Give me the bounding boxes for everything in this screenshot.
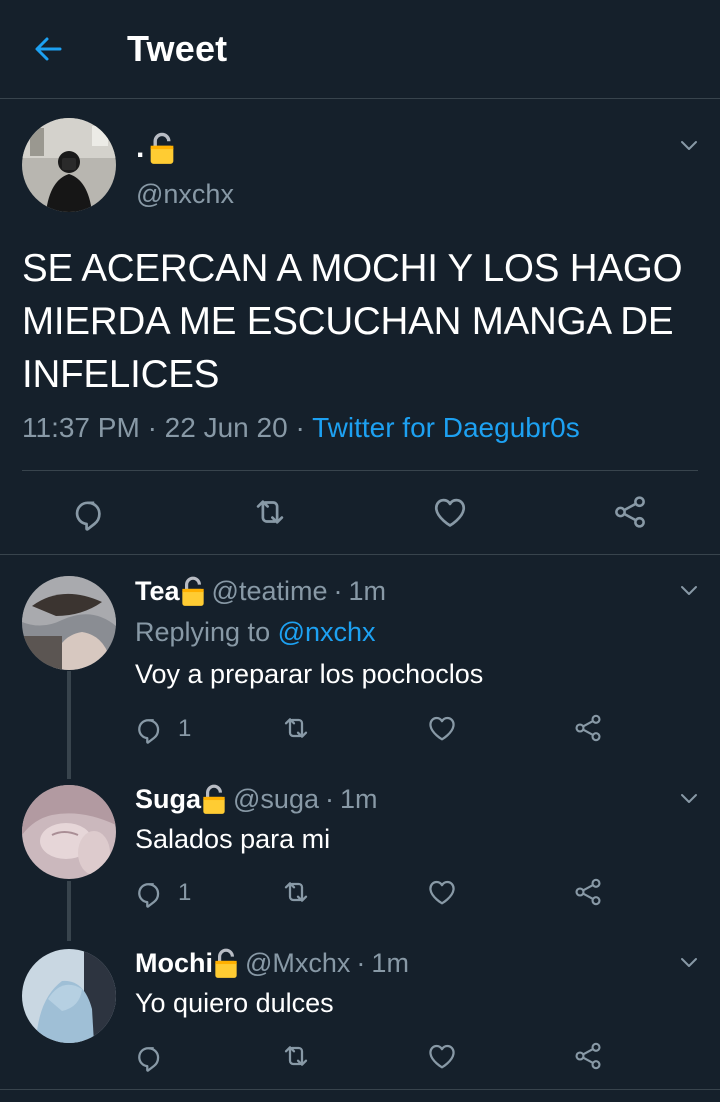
tweet-text: SE ACERCAN A MOCHI Y LOS HAGO MIERDA ME …	[22, 247, 683, 396]
lock-icon	[148, 131, 176, 165]
separator-dot: ·	[356, 947, 366, 978]
retweet-icon[interactable]	[280, 712, 312, 744]
reply-time: 1m	[339, 783, 378, 814]
reply-icon[interactable]	[135, 876, 167, 908]
reply-icon[interactable]	[135, 712, 167, 744]
reply-header: Suga @suga · 1m	[135, 783, 378, 815]
retweet-icon[interactable]	[280, 876, 312, 908]
username[interactable]: @nxchx	[136, 179, 234, 210]
display-name[interactable]: Suga	[135, 784, 201, 815]
display-name[interactable]: Tea	[135, 576, 180, 607]
username[interactable]: @teatime	[212, 576, 328, 607]
separator-dot: ·	[324, 783, 334, 814]
avatar[interactable]	[22, 118, 116, 212]
username[interactable]: @Mxchx	[245, 948, 350, 979]
separator-dot: ·	[147, 412, 157, 443]
separator-dot: ·	[333, 575, 343, 606]
share-icon[interactable]	[572, 712, 604, 744]
chevron-down-icon[interactable]	[677, 133, 701, 157]
lock-icon	[201, 783, 227, 815]
avatar[interactable]	[22, 949, 116, 1043]
avatar[interactable]	[22, 785, 116, 879]
page-title: Tweet	[127, 28, 228, 69]
divider	[0, 1089, 720, 1090]
reply-icon[interactable]	[72, 493, 110, 531]
separator-dot: ·	[295, 412, 305, 443]
chevron-down-icon[interactable]	[677, 786, 701, 810]
reply-header: Mochi @Mxchx · 1m	[135, 947, 409, 979]
lock-icon	[180, 575, 206, 607]
reply-text: Salados para mi	[135, 824, 331, 854]
reply-text: Yo quiero dulces	[135, 988, 334, 1018]
like-icon[interactable]	[431, 493, 469, 531]
share-icon[interactable]	[572, 1040, 604, 1072]
reply-header: Tea @teatime · 1m	[135, 575, 386, 607]
retweet-icon[interactable]	[251, 493, 289, 531]
divider	[22, 470, 698, 471]
tweet-time: 11:37 PM	[22, 412, 140, 443]
main-tweet: . @nxchx SE ACERCAN A MOCHI Y LOS HAGO M…	[0, 99, 720, 555]
reply-time: 1m	[348, 575, 386, 606]
reply-count: 1	[178, 715, 192, 742]
like-icon[interactable]	[426, 1040, 458, 1072]
replying-to: Replying to @nxchx	[135, 617, 376, 647]
reply-tweet[interactable]: Mochi @Mxchx · 1m Yo quiero dulces	[0, 931, 720, 1089]
like-icon[interactable]	[426, 876, 458, 908]
tweet-date: 22 Jun 20	[164, 412, 288, 443]
share-icon[interactable]	[572, 876, 604, 908]
reply-icon[interactable]	[135, 1040, 167, 1072]
reply-count: 1	[178, 879, 192, 906]
reply-time: 1m	[371, 947, 409, 978]
tweet-source[interactable]: Twitter for Daegubr0s	[312, 412, 580, 443]
display-name[interactable]: .	[136, 131, 176, 165]
display-name[interactable]: Mochi	[135, 948, 213, 979]
reply-text: Voy a preparar los pochoclos	[135, 659, 484, 689]
reply-tweet[interactable]: Tea @teatime · 1m Replying to @nxchx Voy…	[0, 555, 720, 745]
username[interactable]: @suga	[233, 784, 319, 815]
reply-tweet[interactable]: Suga @suga · 1m Salados para mi 1	[0, 767, 720, 917]
arrow-left-icon[interactable]	[30, 31, 66, 67]
tweet-meta: 11:37 PM · 22 Jun 20 · Twitter for Daegu…	[22, 412, 580, 444]
share-icon[interactable]	[611, 493, 649, 531]
retweet-icon[interactable]	[280, 1040, 312, 1072]
lock-icon	[213, 947, 239, 979]
like-icon[interactable]	[426, 712, 458, 744]
top-bar: Tweet	[0, 0, 720, 99]
chevron-down-icon[interactable]	[677, 950, 701, 974]
chevron-down-icon[interactable]	[677, 578, 701, 602]
mention-link[interactable]: @nxchx	[278, 617, 376, 647]
avatar[interactable]	[22, 576, 116, 670]
